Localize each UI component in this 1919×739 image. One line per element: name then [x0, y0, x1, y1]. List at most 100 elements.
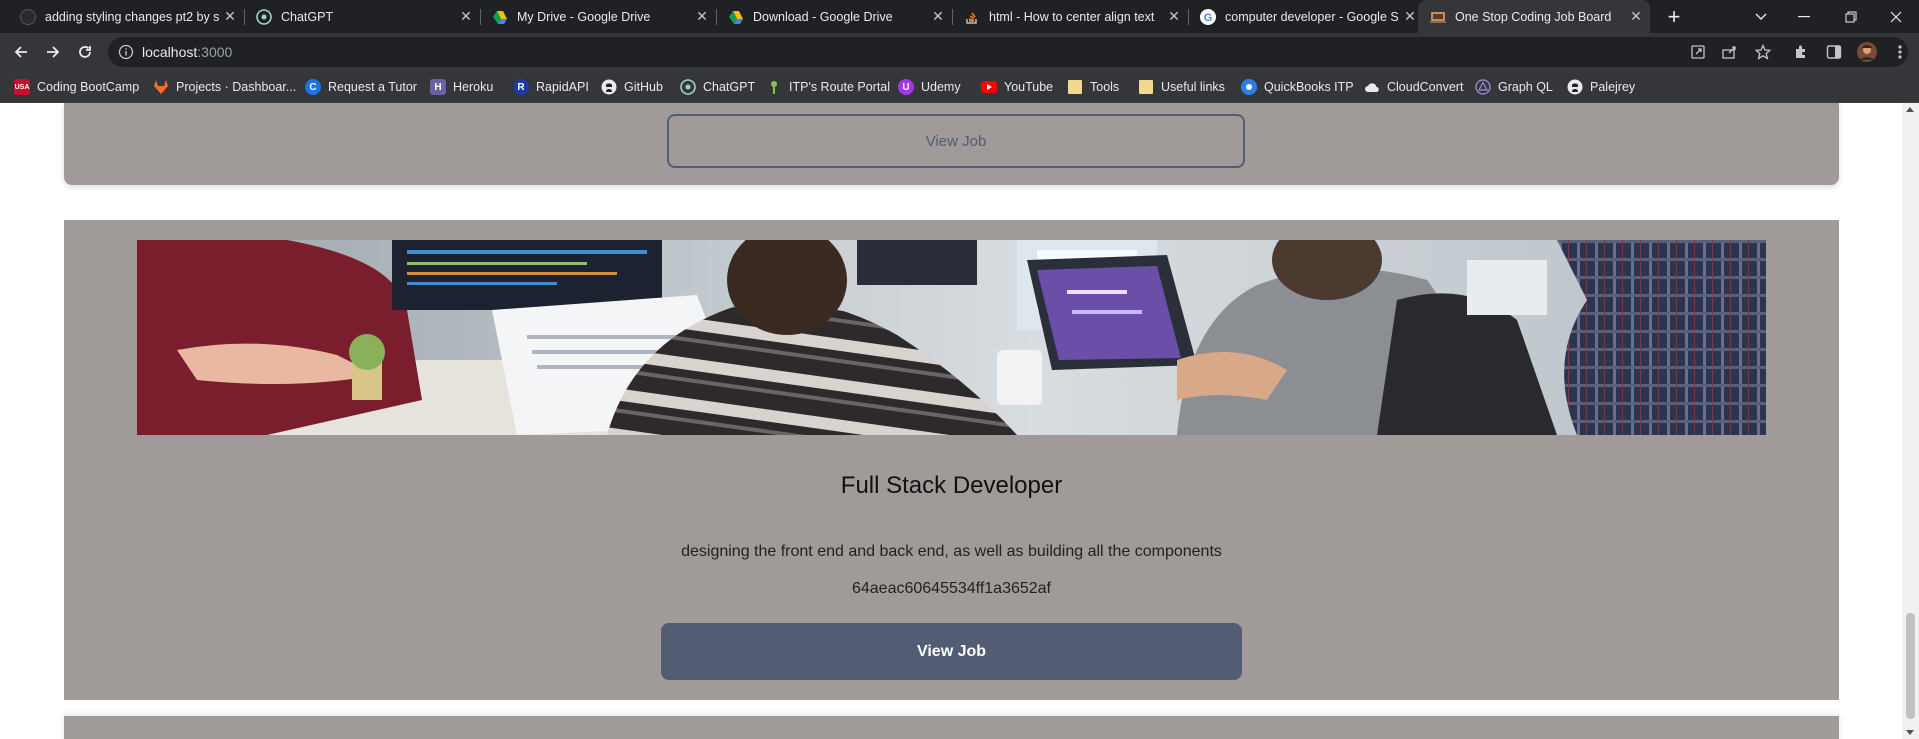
job-card-previous: View Job — [64, 103, 1839, 185]
bookmark-label: Useful links — [1161, 80, 1225, 94]
usa-icon: USA — [14, 79, 30, 95]
github-icon — [601, 79, 617, 95]
info-icon[interactable] — [118, 44, 134, 60]
graphql-icon — [1475, 79, 1491, 95]
close-icon[interactable]: ✕ — [928, 8, 948, 25]
arrow-right-icon — [47, 46, 60, 58]
tab-download-drive[interactable]: Download - Google Drive ✕ — [716, 0, 953, 33]
tab-title: Download - Google Drive — [753, 9, 893, 24]
back-button[interactable] — [7, 39, 35, 65]
tutor-icon: C — [305, 79, 321, 95]
google-icon: G — [1200, 8, 1216, 25]
youtube-icon — [981, 79, 997, 95]
bookmark-heroku[interactable]: H Heroku — [430, 77, 493, 97]
view-job-button[interactable]: View Job — [661, 623, 1242, 680]
page-scrollbar[interactable] — [1902, 103, 1919, 739]
tab-title: html - How to center align text — [989, 9, 1155, 24]
bookmark-projects[interactable]: Projects · Dashboar... — [153, 77, 296, 97]
bookmark-label: QuickBooks ITP — [1264, 80, 1354, 94]
github-icon — [20, 8, 36, 25]
reload-button[interactable] — [71, 39, 99, 65]
new-tab-button[interactable]: + — [1659, 0, 1689, 33]
bookmark-label: RapidAPI — [536, 80, 589, 94]
tab-my-drive[interactable]: My Drive - Google Drive ✕ — [480, 0, 717, 33]
bookmark-github[interactable]: GitHub — [601, 77, 663, 97]
bookmark-quickbooks[interactable]: QuickBooks ITP — [1241, 77, 1354, 97]
github-icon — [1567, 79, 1583, 95]
close-window-button[interactable] — [1873, 0, 1919, 33]
bookmark-graphql[interactable]: Graph QL — [1475, 77, 1553, 97]
restore-button[interactable] — [1828, 0, 1874, 33]
stackoverflow-icon — [964, 9, 980, 25]
folder-icon — [1138, 79, 1154, 95]
arrow-left-icon — [14, 46, 27, 58]
bookmark-udemy[interactable]: U Udemy — [898, 77, 961, 97]
minimize-button[interactable] — [1781, 0, 1827, 33]
url-text: localhost:3000 — [142, 44, 232, 60]
bookmark-cloudconvert[interactable]: CloudConvert — [1364, 77, 1463, 97]
url-host: localhost — [142, 44, 198, 60]
side-panel-icon[interactable] — [1823, 41, 1845, 63]
job-hero-image — [137, 240, 1766, 435]
bookmark-youtube[interactable]: YouTube — [981, 77, 1053, 97]
tab-github-pr[interactable]: adding styling changes pt2 by s ✕ — [8, 0, 245, 33]
scroll-down-arrow[interactable] — [1906, 730, 1914, 735]
bookmark-request-tutor[interactable]: C Request a Tutor — [305, 77, 417, 97]
avatar[interactable] — [1856, 41, 1878, 63]
close-icon[interactable]: ✕ — [220, 8, 240, 25]
bookmark-route-portal[interactable]: ITP's Route Portal — [766, 77, 890, 97]
bookmark-label: Graph QL — [1498, 80, 1553, 94]
page-viewport: View Job Full Stack Developer designing … — [0, 103, 1902, 739]
extensions-icon[interactable] — [1790, 41, 1812, 63]
bookmark-rapidapi[interactable]: R RapidAPI — [513, 77, 589, 97]
close-icon[interactable]: ✕ — [1400, 8, 1420, 25]
address-bar[interactable]: localhost:3000 — [108, 37, 1908, 67]
bookmark-star-icon[interactable] — [1753, 42, 1773, 62]
svg-text:G: G — [1204, 12, 1213, 24]
site-icon — [1430, 9, 1446, 25]
bookmark-label: ITP's Route Portal — [789, 80, 891, 94]
tab-title: One Stop Coding Job Board — [1455, 9, 1612, 24]
bookmarks-bar: USA Coding BootCamp Projects · Dashboar.… — [0, 71, 1919, 103]
tab-job-board[interactable]: One Stop Coding Job Board ✕ — [1418, 0, 1650, 33]
tab-title: adding styling changes pt2 by s — [45, 9, 220, 24]
chatgpt-icon — [256, 8, 272, 25]
bookmark-label: Palejrey — [1590, 80, 1636, 94]
bookmark-useful-links[interactable]: Useful links — [1138, 77, 1225, 97]
close-icon[interactable]: ✕ — [1626, 8, 1646, 25]
gitlab-icon — [153, 79, 169, 95]
bookmark-label: YouTube — [1004, 80, 1054, 94]
tab-chatgpt[interactable]: ChatGPT ✕ — [244, 0, 481, 33]
bookmark-label: GitHub — [624, 80, 663, 94]
menu-icon[interactable] — [1889, 41, 1911, 63]
cloudconvert-icon — [1364, 79, 1380, 95]
view-job-button-previous[interactable]: View Job — [667, 114, 1245, 168]
bookmark-tools[interactable]: Tools — [1067, 77, 1119, 97]
scrollbar-thumb[interactable] — [1906, 613, 1915, 719]
share-icon[interactable] — [1720, 42, 1740, 62]
forward-button[interactable] — [39, 39, 67, 65]
bookmark-palejrey[interactable]: Palejrey — [1567, 77, 1635, 97]
rapidapi-icon: R — [513, 79, 529, 95]
bookmark-coding-bootcamp[interactable]: USA Coding BootCamp — [14, 77, 139, 97]
bookmark-label: Heroku — [453, 80, 494, 94]
job-card-next — [64, 716, 1839, 739]
bookmark-label: Udemy — [921, 80, 961, 94]
route-icon — [766, 79, 782, 95]
reload-icon — [79, 46, 91, 58]
open-in-app-icon[interactable] — [1688, 42, 1708, 62]
tab-search-button[interactable] — [1738, 0, 1784, 33]
tab-title: ChatGPT — [281, 9, 334, 24]
close-icon[interactable]: ✕ — [692, 8, 712, 25]
bookmark-label: CloudConvert — [1387, 80, 1464, 94]
browser-tab-strip: adding styling changes pt2 by s ✕ ChatGP… — [0, 0, 1919, 33]
bookmark-label: ChatGPT — [703, 80, 756, 94]
close-icon[interactable]: ✕ — [1164, 8, 1184, 25]
bookmark-label: Coding BootCamp — [37, 80, 140, 94]
tab-google-search[interactable]: G computer developer - Google S ✕ — [1188, 0, 1424, 33]
tab-stackoverflow[interactable]: html - How to center align text ✕ — [952, 0, 1189, 33]
close-icon[interactable]: ✕ — [456, 8, 476, 25]
bookmark-chatgpt[interactable]: ChatGPT — [680, 77, 755, 97]
scroll-up-arrow[interactable] — [1906, 107, 1914, 112]
tab-title: My Drive - Google Drive — [517, 9, 651, 24]
